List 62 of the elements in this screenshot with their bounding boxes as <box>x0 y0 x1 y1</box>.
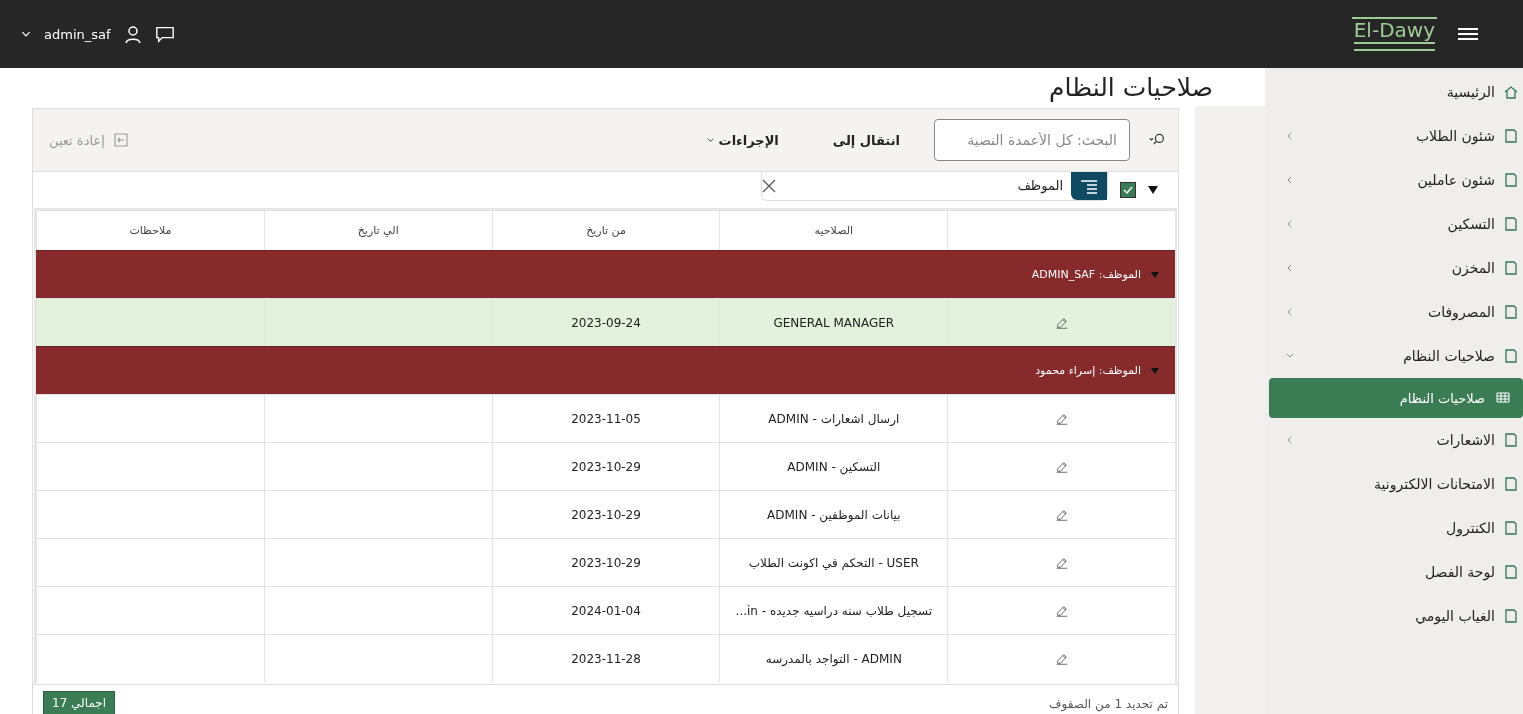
menu-icon[interactable] <box>1457 26 1479 42</box>
home-icon <box>1503 84 1519 100</box>
table-cell: بيانات الموظفين - ADMIN <box>719 490 948 538</box>
document-icon <box>1503 608 1519 624</box>
sidebar-item[interactable]: الامتحانات الالكترونية <box>1265 462 1523 506</box>
edit-icon[interactable] <box>1054 603 1069 618</box>
document-icon <box>1503 564 1519 580</box>
sidebar-item[interactable]: شئون عاملين <box>1265 158 1523 202</box>
table-cell: 2023-10-29 <box>491 490 720 538</box>
sidebar-item[interactable]: شئون الطلاب <box>1265 114 1523 158</box>
table-icon <box>1495 390 1511 406</box>
edit-icon[interactable] <box>1054 651 1069 666</box>
user-name[interactable]: admin_saf <box>44 26 111 42</box>
sidebar-item[interactable]: الرئيسية <box>1265 70 1523 114</box>
table-cell: 2023-09-24 <box>491 298 720 346</box>
sidebar-subitem[interactable]: صلاحيات النظام <box>1269 378 1523 418</box>
edit-icon[interactable] <box>1054 507 1069 522</box>
sidebar-item[interactable]: صلاحيات النظام <box>1265 334 1523 378</box>
collapse-icon[interactable] <box>1148 186 1158 194</box>
group-row[interactable]: الموظف: إسراء محمود <box>36 346 1175 394</box>
group-label: الموظف: إسراء محمود <box>1035 364 1141 377</box>
sidebar-item[interactable]: المخزن <box>1265 246 1523 290</box>
page-title: صلاحيات النظام <box>1049 72 1213 102</box>
table-cell: 2023-11-05 <box>491 394 720 442</box>
sidebar-item[interactable]: التسكين <box>1265 202 1523 246</box>
selection-status: تم تحديد 1 من الصفوف <box>1049 697 1168 714</box>
table-cell: 2023-11-28 <box>491 634 720 682</box>
table-cell: 2023-10-29 <box>491 538 720 586</box>
close-icon[interactable] <box>762 178 776 193</box>
edit-icon[interactable] <box>1054 555 1069 570</box>
sidebar-item[interactable]: الاشعارات <box>1265 418 1523 462</box>
group-row[interactable]: الموظف: ADMIN_SAF <box>36 250 1175 298</box>
table-cell: 2023-10-29 <box>491 442 720 490</box>
table-cell: ارسال اشعارات - ADMIN <box>719 394 948 442</box>
user-icon[interactable] <box>122 24 143 44</box>
chevron-icon <box>705 135 715 145</box>
goto-button[interactable]: انتقال إلى <box>812 128 920 152</box>
sidebar-item[interactable]: الكنترول <box>1265 506 1523 550</box>
document-icon <box>1503 520 1519 536</box>
table-cell: التسكين - ADMIN <box>719 442 948 490</box>
edit-icon[interactable] <box>1054 459 1069 474</box>
table-cell: تسجيل طلاب سنه دراسيه جديده - in... <box>719 586 948 634</box>
search-field[interactable]: البحث: كل الأعمدة النصية <box>934 119 1130 161</box>
actions-menu[interactable]: الإجراءات <box>685 128 799 152</box>
sidebar-item[interactable]: لوحة الفصل <box>1265 550 1523 594</box>
sidebar-item[interactable]: المصروفات <box>1265 290 1523 334</box>
edit-icon[interactable] <box>1054 411 1069 426</box>
table-cell: GENERAL MANAGER <box>719 298 948 346</box>
table-cell: 2024-01-04 <box>491 586 720 634</box>
edit-icon[interactable] <box>1054 315 1069 330</box>
sidebar-item[interactable]: الغياب اليومي <box>1265 594 1523 638</box>
total-button[interactable]: اجمالي 17 <box>43 691 116 714</box>
document-icon <box>1503 476 1519 492</box>
table-cell: ADMIN - التواجد بالمدرسه <box>719 634 948 682</box>
logo: El-Dawy <box>1351 16 1437 52</box>
table-cell: USER - التحكم في اكونت الطلاب <box>719 538 948 586</box>
group-label: الموظف: ADMIN_SAF <box>1031 268 1141 281</box>
check-icon <box>1123 185 1133 195</box>
filter-label: الموظف <box>1016 178 1064 193</box>
chat-icon[interactable] <box>154 24 175 44</box>
checkbox[interactable] <box>1120 182 1136 198</box>
filter-icon <box>1071 171 1107 200</box>
